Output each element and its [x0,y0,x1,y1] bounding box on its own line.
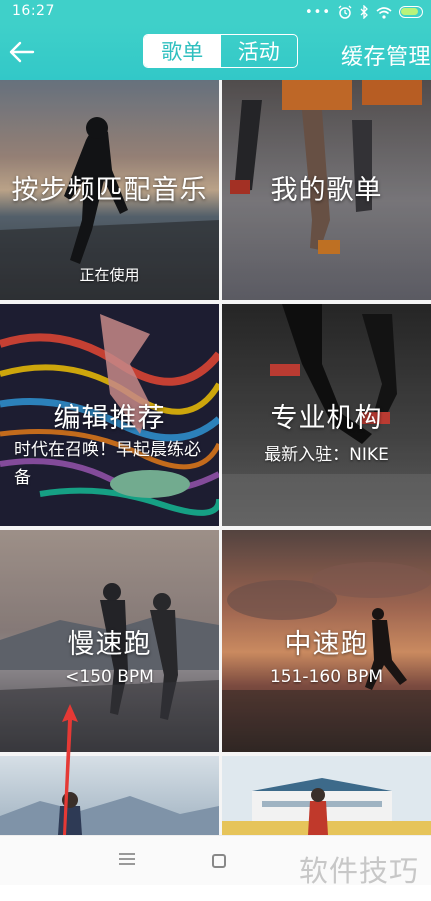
back-button[interactable] [6,36,38,68]
card-title: 专业机构 [270,403,383,434]
status-icons: ••• [305,3,423,21]
tab-playlists[interactable]: 歌单 [144,35,221,67]
card-editor-picks[interactable]: 编辑推荐 时代在召唤！早起晨练必备 [0,304,219,526]
card-subtitle: 最新入驻：NIKE [264,445,389,465]
notification-dots: ••• [304,4,331,20]
card-subtitle: 正在使用 [79,266,140,284]
square-home-icon[interactable] [212,854,226,868]
watermark-text: 软件技巧 [298,854,419,888]
tab-activities[interactable]: 活动 [221,35,298,67]
battery-charging-icon [399,6,423,18]
app-root: 16:27 ••• 歌单 活动 缓存管理 按步频匹配音乐 正在使用 我的歌单 编… [0,0,431,901]
alarm-icon [338,5,352,19]
card-subtitle: 时代在召唤！早起晨练必备 [14,440,201,488]
card-runner-building[interactable] [222,756,431,835]
status-time: 16:27 [12,3,55,19]
segment-tabs: 歌单 活动 [143,34,298,68]
header-bar: 歌单 活动 缓存管理 [0,24,431,80]
card-my-playlists[interactable]: 我的歌单 [222,80,431,300]
card-runner-mountains[interactable] [0,756,219,835]
card-title: 编辑推荐 [53,403,166,434]
card-title: 我的歌单 [270,175,383,206]
card-title: 按步频匹配音乐 [11,175,208,206]
menu-icon[interactable] [119,853,135,867]
card-subtitle: <150 BPM [65,667,154,687]
card-subtitle: 151-160 BPM [269,667,383,687]
card-slow-run[interactable]: 慢速跑 <150 BPM [0,530,219,752]
card-medium-run[interactable]: 中速跑 151-160 BPM [222,530,431,752]
cache-manage-button[interactable]: 缓存管理 [341,39,431,71]
card-cadence-match[interactable]: 按步频匹配音乐 正在使用 [0,80,219,300]
red-arrow-up-icon [62,704,78,835]
card-title: 慢速跑 [67,629,152,660]
bluetooth-icon [360,5,368,19]
card-title: 中速跑 [284,629,369,660]
wifi-icon [376,6,392,19]
card-pro-institutions[interactable]: 专业机构 最新入驻：NIKE [222,304,431,526]
runner-mountain-image [0,756,219,835]
status-bar: 16:27 ••• [0,0,431,24]
runner-building-image [222,756,431,835]
